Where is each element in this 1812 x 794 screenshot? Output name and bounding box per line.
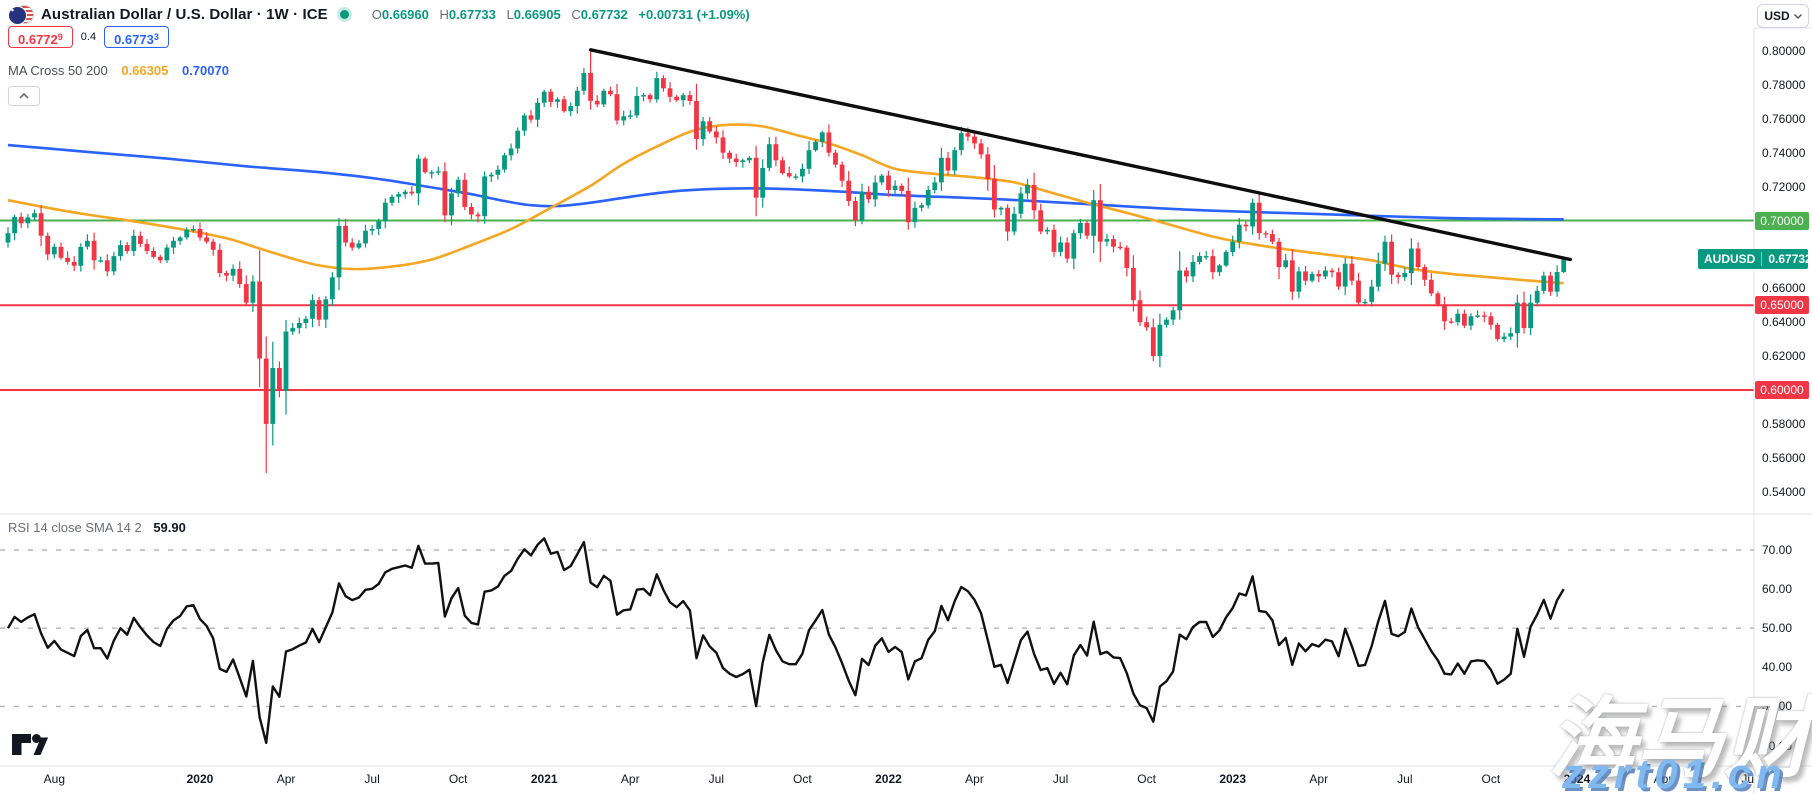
price-tick-label: 0.74000	[1762, 146, 1805, 160]
chevron-down-icon	[1794, 14, 1802, 19]
time-tick-year: 2020	[187, 772, 214, 786]
price-tick-label: 0.64000	[1762, 315, 1805, 329]
high-value: 0.67733	[449, 7, 496, 22]
ma50-value: 0.66305	[121, 63, 168, 78]
close-label: C	[571, 7, 580, 22]
watermark-url: zzrt01.cn	[1562, 750, 1787, 794]
time-axis[interactable]: Aug 2020 Apr Jul Oct 2021 Apr Jul Oct 2022 Apr Jul O…	[0, 766, 1754, 794]
time-tick-month: Jul	[364, 772, 379, 786]
time-tick-month: Apr	[965, 772, 984, 786]
time-tick-month: Oct	[793, 772, 812, 786]
price-tick-label: 0.78000	[1762, 78, 1805, 92]
ohlc-values: O0.66960 H0.67733 L0.66905 C0.67732 +0.0…	[365, 7, 750, 22]
tradingview-logo-icon	[10, 731, 48, 757]
collapse-legend-button[interactable]	[8, 86, 40, 106]
price-tick-label: 0.66000	[1762, 281, 1805, 295]
ma200-value: 0.70070	[182, 63, 229, 78]
tradingview-chart-app: Australian Dollar / U.S. Dollar · 1W · I…	[0, 0, 1812, 794]
price-tick-label: 0.54000	[1762, 485, 1805, 499]
time-tick-month: Apr	[621, 772, 640, 786]
ma-cross-legend[interactable]: MA Cross 50 200 0.66305 0.70070	[8, 63, 229, 78]
time-tick-month: Apr	[1309, 772, 1328, 786]
rsi-tick-label: 60.00	[1762, 582, 1792, 596]
time-tick-month: Jul	[1053, 772, 1068, 786]
rsi-tick-label: 70.00	[1762, 543, 1792, 557]
rsi-legend[interactable]: RSI 14 close SMA 14 2 59.90	[8, 520, 186, 535]
time-tick-month: Oct	[449, 772, 468, 786]
time-tick-month: Jul	[1397, 772, 1412, 786]
symbol-pair-icon	[8, 5, 34, 24]
currency-label: USD	[1764, 9, 1789, 23]
time-tick-month: Oct	[1482, 772, 1501, 786]
time-tick-month: Jul	[709, 772, 724, 786]
symbol-title[interactable]: Australian Dollar / U.S. Dollar · 1W · I…	[41, 6, 328, 23]
price-tick-label: 0.76000	[1762, 112, 1805, 126]
price-tick-label: 0.62000	[1762, 349, 1805, 363]
close-value: 0.67732	[581, 7, 628, 22]
spread-value: 0.4	[81, 31, 96, 43]
tradingview-logo[interactable]	[10, 731, 48, 762]
open-label: O	[372, 7, 382, 22]
price-tick-label: 0.58000	[1762, 417, 1805, 431]
price-level-badge: 0.65000	[1755, 296, 1809, 314]
currency-dropdown[interactable]: USD	[1757, 4, 1809, 28]
price-tick-label: 0.56000	[1762, 451, 1805, 465]
time-tick-month: Apr	[277, 772, 296, 786]
time-tick-year: 2022	[875, 772, 902, 786]
low-value: 0.66905	[514, 7, 561, 22]
change-value: +0.00731 (+1.09%)	[638, 7, 749, 22]
rsi-tick-label: 50.00	[1762, 621, 1792, 635]
high-label: H	[440, 7, 449, 22]
market-status-icon[interactable]	[340, 10, 349, 19]
time-tick-year: 2021	[531, 772, 558, 786]
price-level-badge: 0.60000	[1755, 381, 1809, 399]
buy-ask-button[interactable]: 0.67733	[104, 26, 169, 48]
open-value: 0.66960	[382, 7, 429, 22]
time-tick-month: Aug	[44, 772, 65, 786]
price-tick-label: 0.80000	[1762, 44, 1805, 58]
rsi-value: 59.90	[153, 520, 186, 535]
time-tick-month: Oct	[1137, 772, 1156, 786]
sell-bid-button[interactable]: 0.67729	[8, 26, 73, 48]
chart-canvas[interactable]	[0, 0, 1812, 794]
ma-cross-title: MA Cross 50 200	[8, 63, 108, 78]
time-tick-year: 2023	[1219, 772, 1246, 786]
price-tick-label: 0.72000	[1762, 180, 1805, 194]
last-price-badge: AUDUSD0.67732	[1698, 249, 1808, 269]
chevron-up-icon	[19, 93, 29, 99]
price-level-badge: 0.70000	[1755, 212, 1809, 230]
rsi-title: RSI 14 close SMA 14 2	[8, 520, 142, 535]
low-label: L	[507, 7, 514, 22]
